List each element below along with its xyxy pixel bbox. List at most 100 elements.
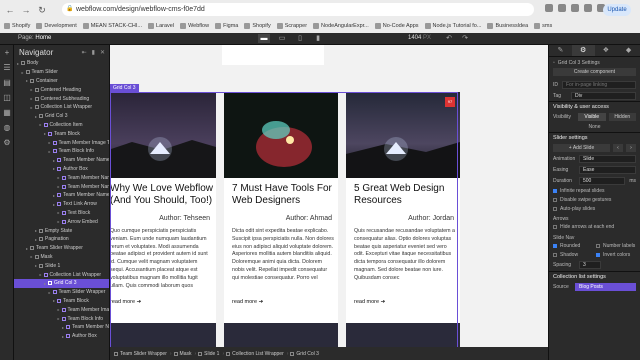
navigator-item[interactable]: ▸ Empty State [14, 226, 109, 235]
add-icon[interactable]: + [0, 46, 14, 60]
bookmark-item[interactable]: NodeAngularExpr... [313, 23, 369, 29]
breadcrumb-item[interactable]: › Grid Col 3 [287, 351, 319, 357]
navigator-item[interactable]: ▸ Team Block Info [14, 314, 109, 323]
slider-section-title[interactable]: Slider settings [549, 132, 640, 142]
hide-arrows-checkbox[interactable]: Hide arrows at each end [553, 224, 636, 230]
navigator-item[interactable]: ▸ Centered Subheading [14, 94, 109, 103]
number-labels-checkbox[interactable]: Number labels [596, 243, 636, 249]
styles-icon[interactable]: ◍ [0, 121, 14, 135]
rounded-checkbox[interactable]: Rounded [553, 243, 593, 249]
pages-icon[interactable]: ▤ [0, 76, 14, 90]
navigator-item[interactable]: ▸ Team Block [14, 129, 109, 138]
easing-select[interactable]: Ease [579, 165, 636, 174]
extension-icon[interactable] [584, 4, 592, 12]
url-bar[interactable]: 🔒 webflow.com/design/webflow-cms-f0e7dd [62, 3, 534, 16]
update-button[interactable]: Update [603, 4, 631, 16]
bookmark-item[interactable]: Development [36, 23, 77, 29]
forward-icon[interactable]: → [20, 4, 32, 16]
drops-tab-icon[interactable]: ◆ [617, 45, 640, 56]
navigator-item[interactable]: ▸Team Member Nar [14, 323, 109, 332]
redo-icon[interactable]: ↷ [460, 34, 470, 42]
settings-tab-icon[interactable]: ⚙ [571, 45, 595, 56]
navigator-item[interactable]: ▸Team Member Name [14, 191, 109, 200]
navigator-item[interactable]: ▸ Team Block Info [14, 147, 109, 156]
visible-toggle[interactable]: Visible [578, 112, 606, 121]
swipe-checkbox[interactable]: Disable swipe gestures [553, 197, 636, 203]
navigator-item[interactable]: ▸ Collection List Wrapper [14, 103, 109, 112]
style-tab-icon[interactable]: ✎ [549, 45, 572, 56]
visibility-section-title[interactable]: Visibility & user access [549, 101, 640, 111]
add-slide-button[interactable]: + Add Slide [553, 143, 610, 152]
page-selector[interactable]: Page: Home [18, 35, 51, 41]
navigator-item[interactable]: ▸ Team Slider Wrapper [14, 244, 109, 253]
collection-section-title[interactable]: Collection list settings [549, 271, 640, 281]
navigator-item[interactable]: ▸ Centered Heading [14, 85, 109, 94]
navigator-item[interactable]: ▸ Collection List Wrapper [14, 270, 109, 279]
navigator-item[interactable]: ▸ Grid Col 3 [14, 112, 109, 121]
bookmark-item[interactable]: Scrapper [276, 23, 307, 29]
spacing-input[interactable]: 3 [579, 261, 601, 269]
navigator-item[interactable]: ▸ Team Block [14, 297, 109, 306]
bookmark-item[interactable]: Node.js Tutorial fo... [424, 23, 481, 29]
breadcrumb-item[interactable]: Team Slider Wrapper [114, 351, 167, 357]
id-input[interactable] [562, 80, 636, 89]
breadcrumb-item[interactable]: › Collection List Wrapper [222, 351, 283, 357]
navigator-item[interactable]: ▸ Slide 1 [14, 261, 109, 270]
navigator-item[interactable]: ▸ Arrow Embed [14, 217, 109, 226]
navigator-item[interactable]: ▸ Team Member Imag [14, 305, 110, 314]
collapse-icon[interactable]: ⇤ [82, 49, 87, 56]
autoplay-checkbox[interactable]: Auto-play slides [553, 206, 636, 212]
create-component-button[interactable]: Create component [553, 68, 636, 76]
navigator-item[interactable]: ▸Team Member Name [14, 173, 110, 182]
hidden-toggle[interactable]: Hidden [608, 112, 636, 121]
navigator-item[interactable]: ▸ Team Slider [14, 68, 109, 77]
bookmark-star-icon[interactable] [545, 4, 553, 12]
navigator-item[interactable]: ▸ Text Block [14, 209, 109, 218]
navigator-item[interactable]: ▸Team Member Name Two [14, 156, 109, 165]
back-icon[interactable]: ← [4, 4, 16, 16]
bookmark-item[interactable]: Figma [215, 23, 238, 29]
source-select[interactable]: Blog Posts [575, 282, 636, 291]
undo-icon[interactable]: ↶ [444, 34, 454, 42]
bookmark-item[interactable]: Businessldea [487, 23, 528, 29]
slide-next-icon[interactable]: › [626, 143, 636, 152]
breadcrumb-item[interactable]: › Mask [170, 351, 192, 357]
bookmark-item[interactable]: No-Code Apps [374, 23, 419, 29]
invert-colors-checkbox[interactable]: Invert colors [596, 252, 636, 258]
duration-input[interactable]: 500 [579, 176, 626, 185]
mobile-landscape-icon[interactable]: ▯ [294, 34, 306, 43]
navigator-item[interactable]: ▸ Author Box [14, 165, 109, 174]
design-canvas[interactable]: Grid Col 3 Why We Love Webflow (And You … [110, 45, 548, 347]
reload-icon[interactable]: ↻ [36, 4, 48, 16]
bookmark-item[interactable]: sms [534, 23, 552, 29]
bookmark-item[interactable]: MEAN STACK-CHI... [82, 23, 142, 29]
navigator-item[interactable]: ▸ Text Link Arrow [14, 200, 109, 209]
navigator-item[interactable]: ▸ Team Slider Wrapper [14, 288, 109, 297]
tag-select[interactable]: Div [571, 91, 636, 100]
shadow-checkbox[interactable]: Shadow [553, 252, 593, 258]
navigator-item[interactable]: ▸ Pagination [14, 235, 109, 244]
settings-icon[interactable]: ⚙ [0, 136, 14, 150]
mobile-portrait-icon[interactable]: ▮ [312, 34, 324, 43]
cms-icon[interactable]: ◫ [0, 91, 14, 105]
navigator-item[interactable]: ▸Team Member Image Two [14, 138, 110, 147]
navigator-item[interactable]: ▸ Collection Item [14, 121, 109, 130]
breadcrumb-item[interactable]: › Slide 1 [195, 351, 220, 357]
pin-icon[interactable]: ▮ [92, 49, 95, 56]
assets-icon[interactable]: ▦ [0, 106, 14, 120]
desktop-icon[interactable]: ▬ [258, 34, 270, 43]
extension-icon[interactable] [558, 4, 566, 12]
navigator-item[interactable]: ▸ Mask [14, 253, 109, 262]
extension-icon[interactable] [571, 4, 579, 12]
tablet-icon[interactable]: ▭ [276, 34, 288, 43]
navigator-item[interactable]: ▸Team Member Name [14, 182, 110, 191]
navigator-icon[interactable]: ☰ [0, 61, 14, 75]
bookmark-item[interactable]: Shopify [244, 23, 271, 29]
animation-select[interactable]: Slide [579, 154, 636, 163]
navigator-item[interactable]: ▸ Body [14, 59, 109, 68]
navigator-item[interactable]: ▸ Grid Col 3 [14, 278, 109, 288]
bookmark-item[interactable]: Webflow [180, 23, 209, 29]
bookmark-item[interactable]: Laravel [148, 23, 174, 29]
infinite-checkbox[interactable]: Infinite repeat slides [553, 188, 636, 194]
navigator-item[interactable]: ▸ Author Box [14, 332, 109, 341]
